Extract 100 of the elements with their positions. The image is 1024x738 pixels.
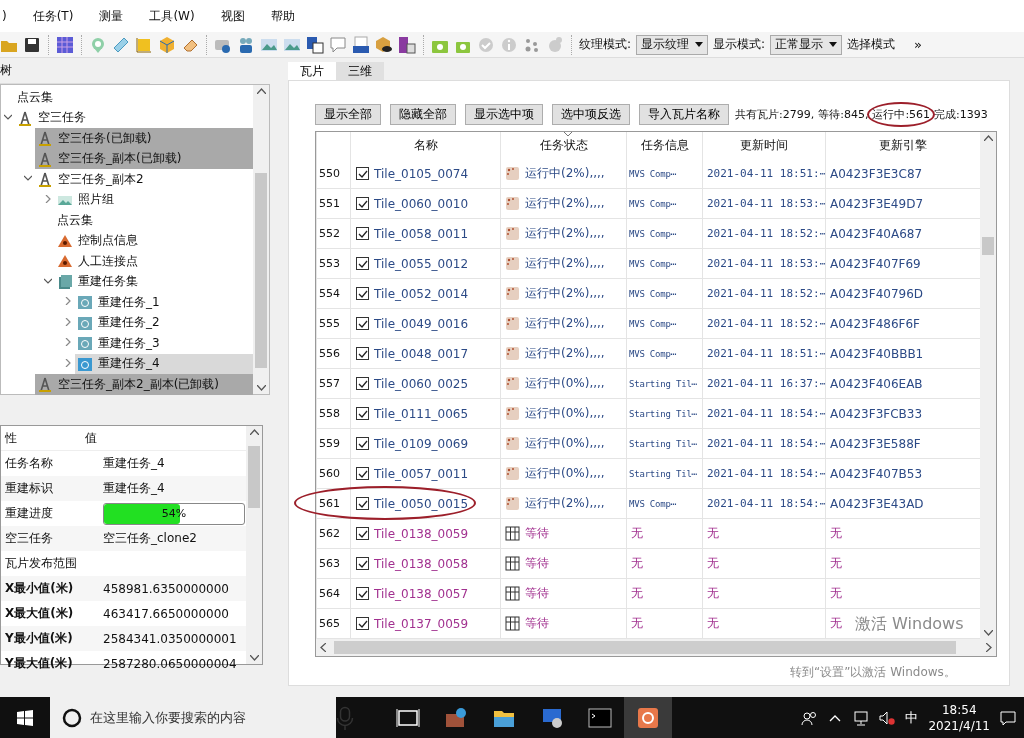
scrollbar[interactable]	[980, 132, 996, 639]
column-header[interactable]: 任务状态	[500, 132, 626, 159]
scroll-left-icon[interactable]	[320, 643, 326, 652]
column-header[interactable]: 更新时间	[702, 132, 825, 159]
scrollbar[interactable]	[253, 85, 269, 394]
checkbox[interactable]	[356, 167, 369, 180]
tripod-icon	[37, 130, 53, 147]
tree-item[interactable]: 重建任务_1	[75, 292, 253, 313]
menu-item[interactable]: 测量	[99, 5, 124, 27]
action-button[interactable]: 导入瓦片名称	[639, 103, 729, 125]
checkbox[interactable]	[356, 497, 369, 510]
scroll-up-icon[interactable]	[249, 429, 259, 435]
input-method-indicator[interactable]: 中	[905, 708, 919, 727]
app-logo-icon[interactable]	[636, 705, 660, 730]
terminal-icon[interactable]	[588, 705, 612, 730]
tree-item[interactable]: 空三任务	[15, 107, 253, 128]
checkbox[interactable]	[356, 467, 369, 480]
menu-item[interactable]: 任务(T)	[32, 5, 74, 27]
menu-item[interactable]: 视图	[220, 5, 245, 27]
grid-icon	[505, 586, 520, 601]
checkbox[interactable]	[356, 197, 369, 210]
scrollbar-thumb[interactable]	[255, 173, 267, 368]
checkbox[interactable]	[356, 377, 369, 390]
save-icon[interactable]	[23, 35, 41, 54]
checkbox[interactable]	[356, 347, 369, 360]
tree-item[interactable]: 重建任务集	[55, 271, 253, 292]
menu-item[interactable]: )	[2, 7, 7, 25]
tree-item[interactable]: 空三任务_副本2	[35, 169, 253, 190]
scrollbar[interactable]	[246, 426, 262, 664]
tree-item[interactable]: 人工连接点	[55, 251, 253, 272]
table-cell: MVS Comp⋯	[626, 279, 702, 308]
checkbox[interactable]	[356, 587, 369, 600]
checkbox[interactable]	[356, 227, 369, 240]
column-header[interactable]: 任务信息	[626, 132, 702, 159]
checkbox[interactable]	[356, 257, 369, 270]
tree-item[interactable]: 空三任务_副本(已卸载)	[35, 148, 253, 169]
scroll-down-icon[interactable]	[256, 385, 266, 391]
sort-caret-icon	[563, 132, 572, 136]
clock-date[interactable]: 2021/4/11	[928, 717, 990, 734]
horizontal-scrollbar[interactable]	[316, 639, 996, 656]
tile-name: Tile_0060_0010	[374, 196, 469, 211]
checkbox[interactable]	[356, 617, 369, 630]
tree-item[interactable]: 点云集	[15, 87, 253, 108]
dropdown[interactable]: 显示纹理	[636, 34, 709, 55]
checkbox[interactable]	[356, 317, 369, 330]
tree-item[interactable]: 重建任务_3	[75, 333, 253, 354]
scroll-right-icon[interactable]	[986, 643, 992, 652]
scroll-down-icon[interactable]	[249, 655, 259, 661]
checkbox[interactable]	[356, 437, 369, 450]
check-circle-icon[interactable]	[477, 35, 495, 54]
scroll-up-icon[interactable]	[983, 135, 993, 141]
property-value: 重建任务_4	[102, 480, 166, 497]
checkbox[interactable]	[356, 527, 369, 540]
tree-item[interactable]: 照片组	[55, 189, 253, 210]
overflow-button[interactable]: »	[914, 37, 923, 52]
tree-item[interactable]: 重建任务_4	[75, 353, 253, 374]
tree-item[interactable]: 空三任务(已卸载)	[35, 128, 253, 149]
property-name: 瓦片发布范围	[4, 555, 78, 572]
search-field[interactable]: 在这里输入你要搜索的内容	[50, 697, 336, 738]
network-icon[interactable]	[853, 709, 870, 726]
document-icon[interactable]	[306, 35, 324, 54]
tab[interactable]: 三维	[336, 62, 384, 80]
tree-item[interactable]: 空三任务_副本2_副本(已卸载)	[35, 374, 253, 395]
table-cell: 无	[626, 579, 702, 608]
action-button[interactable]: 选中项反选	[552, 103, 630, 125]
grid-icon[interactable]	[56, 35, 74, 54]
checkbox[interactable]	[356, 407, 369, 420]
action-button[interactable]: 显示全部	[315, 103, 381, 125]
tree-item[interactable]: 控制点信息	[55, 230, 253, 251]
table-cell: 2021-04-11 18:53:⋯	[702, 249, 825, 278]
tree-item[interactable]: 重建任务_2	[75, 312, 253, 333]
menu-item[interactable]: 工具(W)	[149, 5, 195, 27]
table-cell: 无	[702, 549, 825, 578]
checkbox[interactable]	[356, 287, 369, 300]
checkbox[interactable]	[356, 557, 369, 570]
ruler-icon[interactable]	[112, 35, 130, 54]
menu-item[interactable]: 帮助	[270, 5, 295, 27]
scroll-down-icon[interactable]	[983, 630, 993, 636]
table-cell: 2021-04-11 18:53:⋯	[702, 189, 825, 218]
column-header[interactable]: 名称	[350, 132, 500, 159]
status-text: 运行中(2%),,,,	[525, 285, 605, 302]
windows-logo-icon[interactable]	[17, 709, 33, 726]
action-button[interactable]: 显示选中项	[465, 103, 543, 125]
cube-eye-icon[interactable]	[375, 35, 393, 54]
tile-name: Tile_0050_0015	[374, 496, 469, 511]
row-number: 553	[316, 249, 350, 278]
dropdown[interactable]: 正常显示	[770, 34, 843, 55]
scroll-up-icon[interactable]	[256, 88, 266, 94]
notification-icon[interactable]	[1000, 709, 1016, 726]
tree-item[interactable]: 点云集	[55, 210, 253, 231]
speaker-muted-icon[interactable]	[879, 709, 896, 726]
cube-icon[interactable]	[158, 35, 176, 54]
scrollbar-thumb[interactable]	[248, 446, 260, 508]
scrollbar-thumb[interactable]	[982, 237, 994, 255]
property-name: 重建标识	[4, 480, 54, 497]
tab[interactable]: 瓦片	[288, 62, 336, 80]
action-button[interactable]: 隐藏全部	[390, 103, 456, 125]
document-icon[interactable]	[398, 35, 416, 54]
people-icon[interactable]	[801, 709, 818, 726]
clock-time[interactable]: 18:54	[941, 701, 977, 718]
